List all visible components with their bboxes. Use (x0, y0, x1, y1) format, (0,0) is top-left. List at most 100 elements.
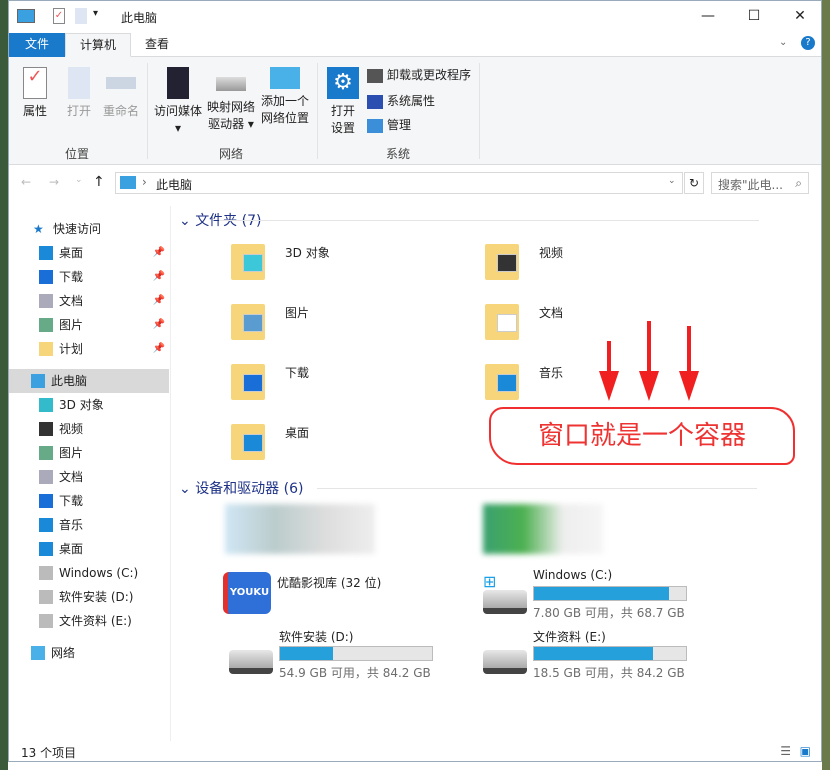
add-location-label-1: 添加一个 (260, 94, 309, 108)
access-media-label: 访问媒体 (153, 104, 202, 118)
drive-space-info: 54.9 GB 可用，共 84.2 GB (279, 666, 431, 680)
nav-item-icon (39, 518, 53, 532)
nav-item[interactable]: 文档 📌 (9, 289, 169, 313)
tab-computer[interactable]: 计算机 (65, 33, 132, 57)
back-button[interactable]: ← (21, 175, 31, 189)
customize-toolbar-icon[interactable]: ▾ (93, 8, 98, 19)
pin-icon[interactable]: 📌 (153, 313, 165, 337)
new-folder-quick-icon[interactable] (75, 8, 87, 24)
status-bar: 13 个项目 ☰ ▣ (9, 741, 821, 763)
recent-locations-button[interactable]: ⌄ (75, 175, 83, 185)
tab-file[interactable]: 文件 (9, 33, 65, 57)
minimize-button[interactable]: — (685, 1, 731, 31)
map-drive-button[interactable]: 映射网络 驱动器 ▾ (205, 63, 257, 133)
nav-item[interactable]: 此电脑 (9, 369, 169, 393)
pin-icon[interactable]: 📌 (153, 241, 165, 265)
manage-button[interactable]: 管理 (367, 115, 411, 137)
folder-label: 音乐 (539, 366, 564, 380)
open-label: 打开 (66, 104, 91, 118)
search-input[interactable]: 搜索"此电... ⌕ (711, 172, 809, 194)
rename-button[interactable]: 重命名 (99, 63, 143, 120)
nav-item-label: 视频 (59, 422, 84, 436)
large-icons-view-icon[interactable]: ▣ (800, 744, 811, 758)
nav-item-icon (39, 422, 53, 436)
nav-item-icon (39, 446, 53, 460)
devices-section-header[interactable]: ⌄ 设备和驱动器 (6) (179, 478, 303, 498)
nav-item[interactable]: 3D 对象 (9, 393, 169, 417)
open-settings-button[interactable]: ⚙ 打开 设置 (325, 63, 361, 137)
drive-usage-bar (279, 646, 433, 661)
tab-view[interactable]: 查看 (131, 33, 183, 57)
expand-ribbon-icon[interactable]: ⌄ (779, 37, 787, 48)
nav-item-icon (39, 398, 53, 412)
uninstall-program-button[interactable]: 卸载或更改程序 (367, 65, 471, 87)
blurred-device[interactable] (225, 504, 375, 554)
address-dropdown-icon[interactable]: ⌄ (668, 176, 676, 186)
annotation-callout: 窗口就是一个容器 (489, 407, 795, 465)
annotation-arrow (599, 341, 619, 401)
nav-item[interactable]: Windows (C:) (9, 561, 169, 585)
nav-item[interactable]: 软件安装 (D:) (9, 585, 169, 609)
nav-item[interactable]: 音乐 (9, 513, 169, 537)
youku-library-label[interactable]: 优酷影视库 (32 位) (277, 574, 381, 591)
nav-item[interactable]: 计划 📌 (9, 337, 169, 361)
nav-item-icon (39, 542, 53, 556)
nav-item[interactable]: 桌面 (9, 537, 169, 561)
pin-icon[interactable]: 📌 (153, 265, 165, 289)
content-pane: ⌄ 文件夹 (7) 3D 对象 视频 图片 文档 下载 音乐 桌面 ⌄ 设备和驱动器 (6)… (175, 206, 815, 741)
rename-label: 重命名 (102, 104, 139, 118)
forward-button[interactable]: → (49, 175, 59, 189)
blurred-device[interactable] (483, 504, 603, 554)
refresh-button[interactable]: ↻ (684, 172, 704, 194)
nav-item[interactable]: 视频 (9, 417, 169, 441)
nav-item-label: 文件资料 (E:) (59, 614, 132, 628)
nav-item[interactable]: 下载 (9, 489, 169, 513)
pin-icon[interactable]: 📌 (153, 289, 165, 313)
pin-icon[interactable]: 📌 (153, 337, 165, 361)
maximize-button[interactable]: ☐ (731, 1, 777, 31)
access-media-button[interactable]: 访问媒体 ▾ (153, 63, 203, 137)
open-button[interactable]: 打开 (59, 63, 99, 120)
properties-button[interactable]: ✓ 属性 (15, 63, 55, 120)
folder-label: 下载 (285, 366, 310, 380)
nav-item[interactable]: 下载 📌 (9, 265, 169, 289)
nav-item-label: 下载 (59, 270, 84, 284)
details-view-icon[interactable]: ☰ (780, 744, 791, 758)
add-location-label-2: 网络位置 (260, 111, 309, 125)
youku-icon: YOUKU (223, 572, 271, 614)
nav-item[interactable]: 网络 (9, 641, 169, 665)
nav-item[interactable]: 桌面 📌 (9, 241, 169, 265)
breadcrumb-this-pc[interactable]: 此电脑 (156, 176, 192, 193)
nav-item-label: Windows (C:) (59, 566, 139, 580)
hard-drive-icon (483, 650, 527, 674)
drive-usage-bar (533, 586, 687, 601)
network-location-icon (270, 67, 300, 89)
network-drive-icon (216, 77, 246, 91)
nav-item-icon (39, 294, 53, 308)
help-icon[interactable]: ? (801, 36, 815, 50)
nav-item[interactable]: 文件资料 (E:) (9, 609, 169, 633)
close-button[interactable]: ✕ (777, 1, 823, 31)
divider (317, 488, 757, 489)
nav-item-label: 文档 (59, 294, 84, 308)
nav-item[interactable]: 图片 📌 (9, 313, 169, 337)
media-icon (167, 67, 189, 99)
explorer-window: ✓ ▾ 此电脑 — ☐ ✕ 文件 计算机 查看 ⌄ ? ✓ 属性 打开 重命名 位… (8, 0, 822, 762)
drive-usage-fill (280, 647, 333, 660)
address-bar[interactable]: › 此电脑 ⌄ (115, 172, 683, 194)
annotation-arrow (679, 326, 699, 401)
properties-quick-icon[interactable]: ✓ (53, 8, 65, 24)
nav-item-label: 图片 (59, 446, 84, 460)
drive-name: 软件安装 (D:) (279, 630, 354, 644)
nav-item-icon (31, 646, 45, 660)
divider (147, 63, 148, 159)
folder-icon (231, 298, 271, 340)
up-button[interactable]: ↑ (93, 174, 105, 190)
add-network-location-button[interactable]: 添加一个 网络位置 (259, 63, 311, 127)
nav-item[interactable]: ★ 快速访问 (9, 217, 169, 241)
nav-item[interactable]: 文档 (9, 465, 169, 489)
computer-icon (120, 176, 136, 189)
nav-item[interactable]: 图片 (9, 441, 169, 465)
system-properties-button[interactable]: 系统属性 (367, 91, 435, 113)
system-properties-label: 系统属性 (387, 94, 436, 108)
